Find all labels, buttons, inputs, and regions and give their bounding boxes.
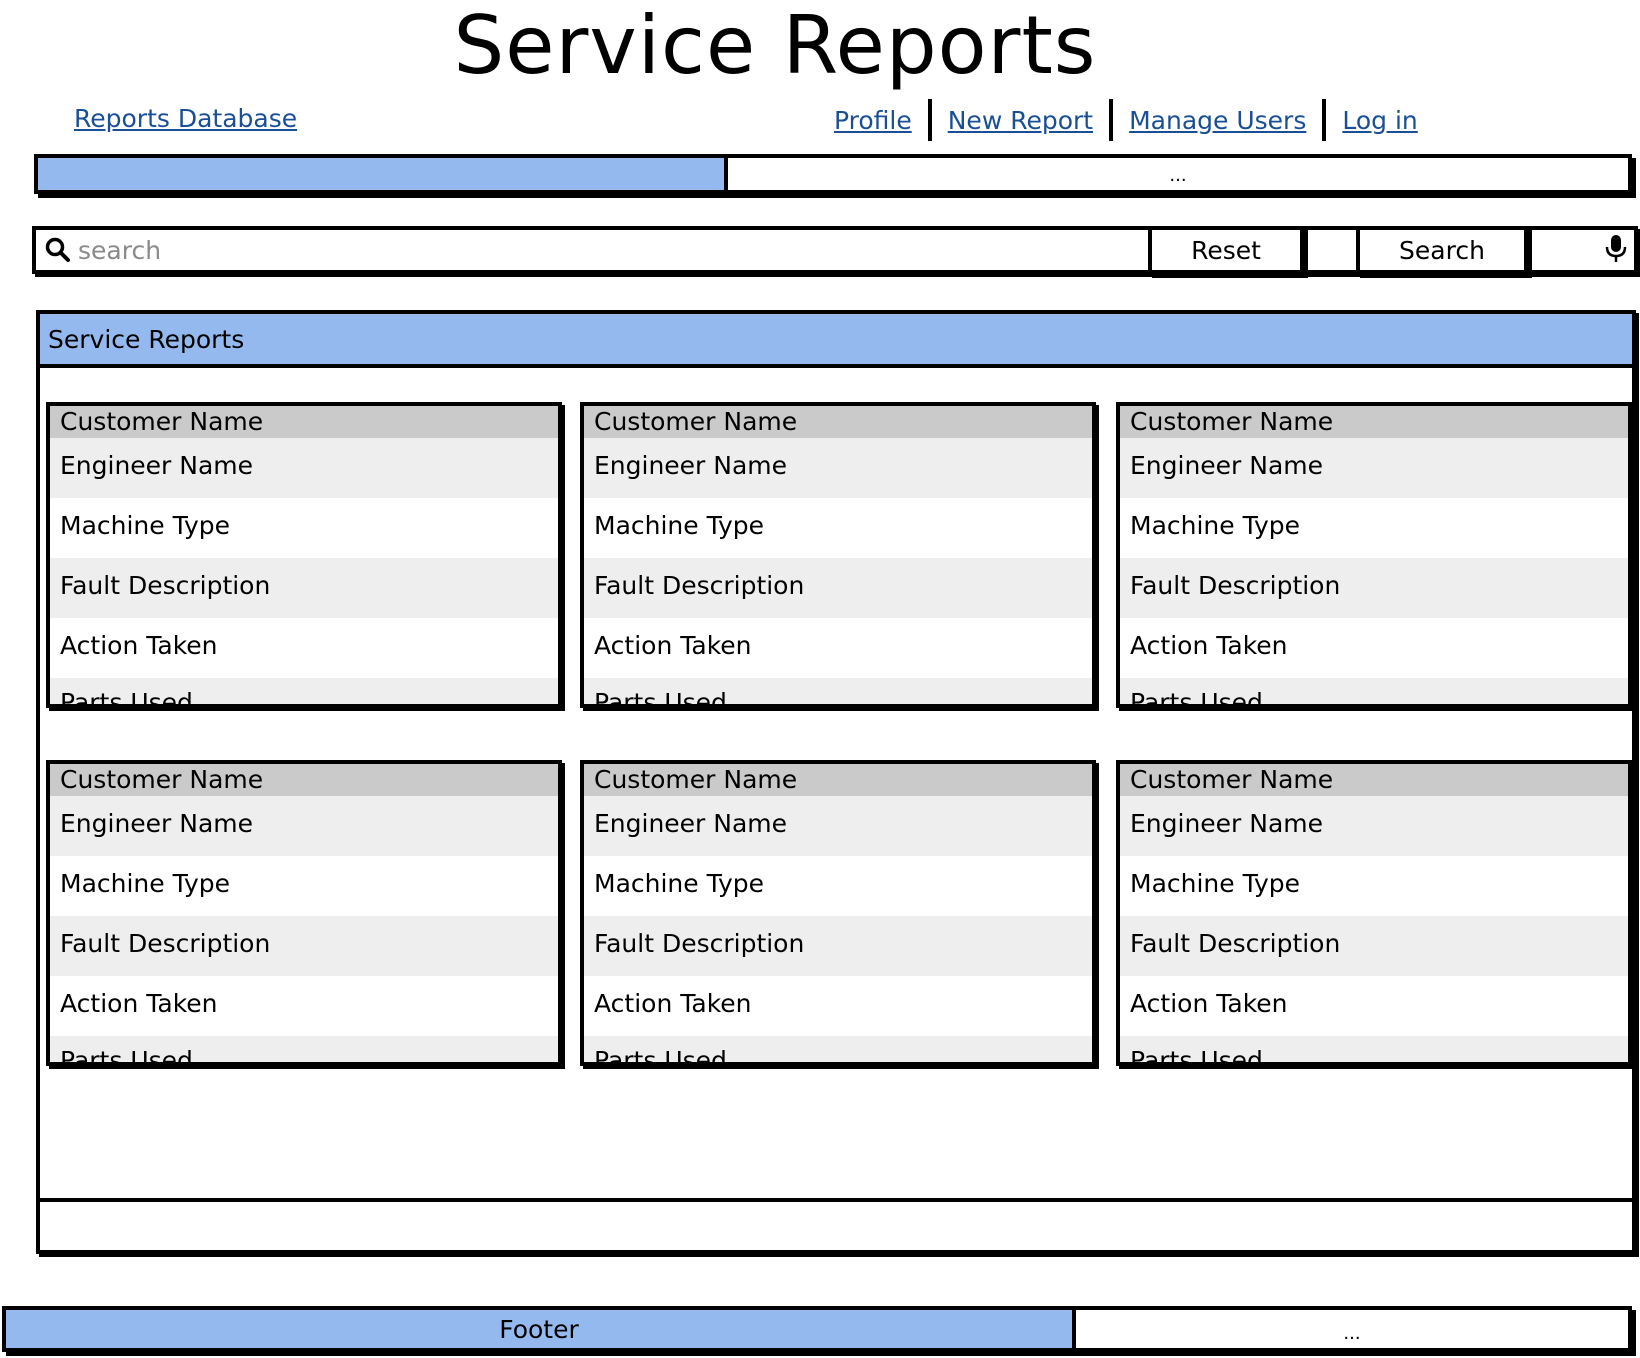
machine-type: Machine Type <box>50 856 558 916</box>
engineer-name: Engineer Name <box>1120 796 1628 856</box>
parts-used: Parts Used <box>584 678 1092 704</box>
footer-more[interactable]: ... <box>1076 1310 1628 1348</box>
fault-description: Fault Description <box>584 558 1092 618</box>
action-taken: Action Taken <box>584 618 1092 678</box>
parts-used: Parts Used <box>50 678 558 704</box>
search-input[interactable] <box>76 232 1176 268</box>
footer-label[interactable]: Footer <box>6 1310 1076 1348</box>
report-card[interactable]: Customer Name Engineer Name Machine Type… <box>46 402 562 708</box>
login-link[interactable]: Log in <box>1342 106 1417 135</box>
parts-used: Parts Used <box>1120 1036 1628 1062</box>
machine-type: Machine Type <box>584 498 1092 558</box>
customer-name: Customer Name <box>584 764 1092 796</box>
nav-divider <box>927 99 932 141</box>
action-taken: Action Taken <box>1120 976 1628 1036</box>
profile-link[interactable]: Profile <box>834 106 912 135</box>
report-card[interactable]: Customer Name Engineer Name Machine Type… <box>46 760 562 1066</box>
engineer-name: Engineer Name <box>50 438 558 498</box>
parts-used: Parts Used <box>50 1036 558 1062</box>
new-report-link[interactable]: New Report <box>948 106 1093 135</box>
customer-name: Customer Name <box>584 406 1092 438</box>
fault-description: Fault Description <box>50 558 558 618</box>
page-title: Service Reports <box>453 0 1097 92</box>
parts-used: Parts Used <box>1120 678 1628 704</box>
machine-type: Machine Type <box>50 498 558 558</box>
more-tabs[interactable]: ... <box>728 158 1628 190</box>
search-bar: Reset Search <box>32 226 1638 274</box>
reset-button[interactable]: Reset <box>1148 226 1304 274</box>
report-card[interactable]: Customer Name Engineer Name Machine Type… <box>580 402 1096 708</box>
nav-divider <box>1109 99 1114 141</box>
action-taken: Action Taken <box>1120 618 1628 678</box>
fault-description: Fault Description <box>1120 558 1628 618</box>
machine-type: Machine Type <box>584 856 1092 916</box>
microphone-icon[interactable] <box>1604 234 1628 264</box>
customer-name: Customer Name <box>50 406 558 438</box>
action-taken: Action Taken <box>50 618 558 678</box>
machine-type: Machine Type <box>1120 498 1628 558</box>
action-taken: Action Taken <box>584 976 1092 1036</box>
machine-type: Machine Type <box>1120 856 1628 916</box>
parts-used: Parts Used <box>584 1036 1092 1062</box>
fault-description: Fault Description <box>584 916 1092 976</box>
service-reports-panel: Service Reports Customer Name Engineer N… <box>36 310 1636 1254</box>
nav-divider <box>1322 99 1327 141</box>
customer-name: Customer Name <box>50 764 558 796</box>
search-button[interactable]: Search <box>1356 226 1528 274</box>
engineer-name: Engineer Name <box>584 796 1092 856</box>
panel-divider <box>40 1198 1632 1202</box>
report-card[interactable]: Customer Name Engineer Name Machine Type… <box>1116 760 1632 1066</box>
top-nav: Profile New Report Manage Users Log in <box>834 98 1418 142</box>
customer-name: Customer Name <box>1120 406 1628 438</box>
customer-name: Customer Name <box>1120 764 1628 796</box>
top-tab-bar: ... <box>34 154 1632 194</box>
panel-title: Service Reports <box>40 314 1632 368</box>
engineer-name: Engineer Name <box>50 796 558 856</box>
action-taken: Action Taken <box>50 976 558 1036</box>
manage-users-link[interactable]: Manage Users <box>1129 106 1306 135</box>
footer-bar: Footer ... <box>2 1306 1632 1352</box>
engineer-name: Engineer Name <box>1120 438 1628 498</box>
active-tab[interactable] <box>38 158 728 190</box>
reports-database-link[interactable]: Reports Database <box>74 104 297 133</box>
fault-description: Fault Description <box>1120 916 1628 976</box>
search-icon <box>45 237 70 262</box>
report-card[interactable]: Customer Name Engineer Name Machine Type… <box>580 760 1096 1066</box>
report-card[interactable]: Customer Name Engineer Name Machine Type… <box>1116 402 1632 708</box>
engineer-name: Engineer Name <box>584 438 1092 498</box>
fault-description: Fault Description <box>50 916 558 976</box>
